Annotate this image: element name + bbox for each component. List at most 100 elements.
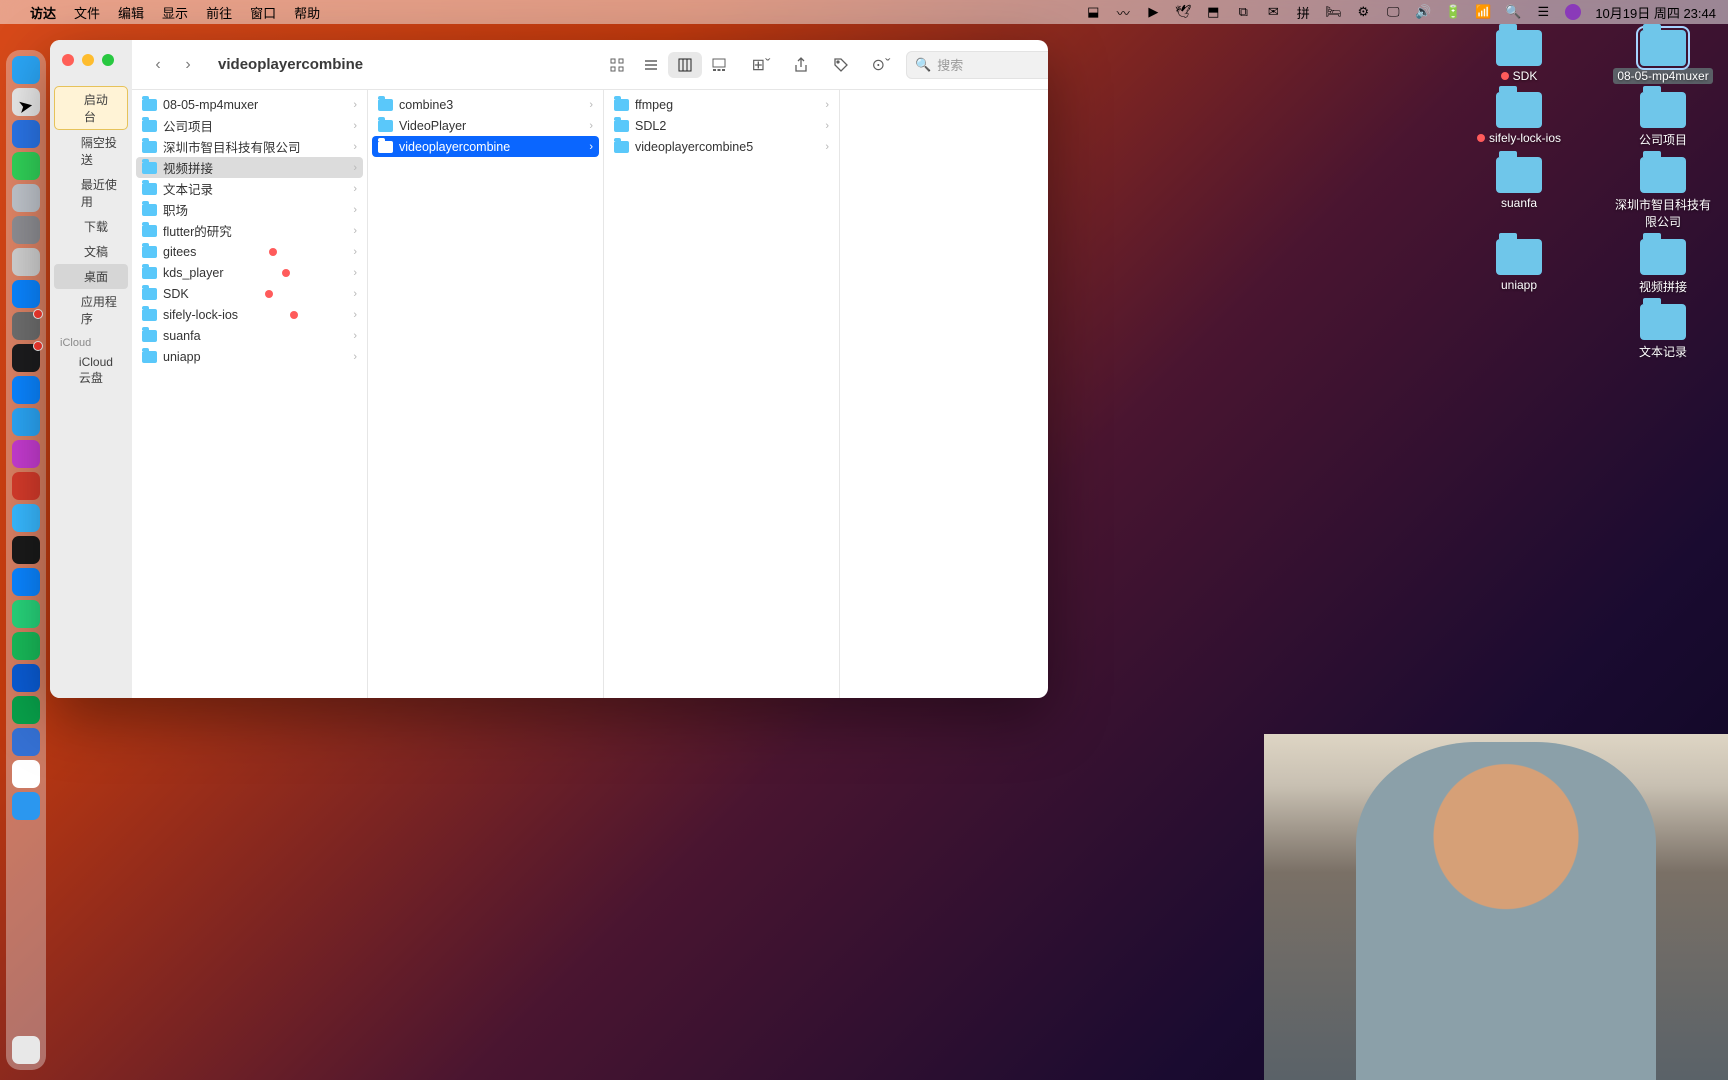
status-crop-icon[interactable]: ⧉ — [1235, 4, 1251, 20]
chevron-right-icon: › — [353, 204, 357, 216]
dock-app-9[interactable] — [12, 344, 40, 372]
dock-app-0[interactable] — [12, 56, 40, 84]
finder-row[interactable]: 公司项目› — [132, 115, 367, 136]
finder-row[interactable]: ffmpeg› — [604, 94, 839, 115]
menubar-datetime[interactable]: 10月19日 周四 23:44 — [1595, 3, 1716, 22]
finder-row[interactable]: sifely-lock-ios› — [132, 304, 367, 325]
finder-row[interactable]: kds_player› — [132, 262, 367, 283]
fullscreen-button[interactable] — [102, 54, 114, 66]
view-icon-button[interactable] — [600, 52, 634, 78]
finder-row[interactable]: videoplayercombine› — [372, 136, 599, 157]
dock-trash[interactable] — [12, 1036, 40, 1064]
status-icon[interactable]: 🛏 — [1325, 4, 1341, 20]
dock-app-20[interactable] — [12, 696, 40, 724]
status-icon[interactable]: ⬓ — [1085, 4, 1101, 20]
close-button[interactable] — [62, 54, 74, 66]
spotlight-icon[interactable]: 🔍 — [1505, 4, 1521, 20]
finder-row[interactable]: combine3› — [368, 94, 603, 115]
nav-back-button[interactable]: ‹ — [144, 51, 172, 79]
finder-row[interactable]: 职场› — [132, 199, 367, 220]
menu-window[interactable]: 窗口 — [250, 3, 276, 22]
menu-view[interactable]: 显示 — [162, 3, 188, 22]
finder-row[interactable]: videoplayercombine5› — [604, 136, 839, 157]
search-input[interactable]: 🔍 搜索 — [906, 51, 1048, 79]
finder-row[interactable]: gitees› — [132, 241, 367, 262]
dock-app-3[interactable] — [12, 152, 40, 180]
desktop-folder[interactable]: uniapp — [1464, 239, 1574, 296]
sidebar-item[interactable]: 桌面 — [54, 264, 128, 289]
dock-app-14[interactable] — [12, 504, 40, 532]
finder-row[interactable]: VideoPlayer› — [368, 115, 603, 136]
dock-app-4[interactable] — [12, 184, 40, 212]
dock-app-17[interactable] — [12, 600, 40, 628]
siri-icon[interactable] — [1565, 4, 1581, 20]
desktop-folder[interactable]: 公司项目 — [1608, 92, 1718, 149]
tags-button[interactable] — [826, 52, 856, 78]
wifi-icon[interactable]: 📶 — [1475, 4, 1491, 20]
finder-row[interactable]: suanfa› — [132, 325, 367, 346]
status-icon[interactable]: ⚙ — [1355, 4, 1371, 20]
status-icon[interactable]: ▶ — [1145, 4, 1161, 20]
dock-app-7[interactable] — [12, 280, 40, 308]
sidebar-item[interactable]: iCloud 云盘 — [54, 351, 128, 390]
status-icon[interactable]: 〰 — [1115, 4, 1131, 20]
desktop-folder[interactable]: 08-05-mp4muxer — [1608, 30, 1718, 84]
dock-app-10[interactable] — [12, 376, 40, 404]
battery-icon[interactable]: 🔋 — [1445, 4, 1461, 20]
sidebar-item[interactable]: 下载 — [54, 214, 128, 239]
menu-go[interactable]: 前往 — [206, 3, 232, 22]
status-icon[interactable]: 🕊 — [1175, 4, 1191, 20]
dock-app-11[interactable] — [12, 408, 40, 436]
finder-row[interactable]: 深圳市智目科技有限公司› — [132, 136, 367, 157]
finder-row[interactable]: 08-05-mp4muxer› — [132, 94, 367, 115]
sidebar-item[interactable]: 文稿 — [54, 239, 128, 264]
dock-app-2[interactable] — [12, 120, 40, 148]
nav-forward-button[interactable]: › — [174, 51, 202, 79]
desktop-folder[interactable]: sifely-lock-ios — [1464, 92, 1574, 149]
dock-app-21[interactable] — [12, 728, 40, 756]
dock-app-8[interactable] — [12, 312, 40, 340]
view-gallery-button[interactable] — [702, 52, 736, 78]
dock-app-12[interactable] — [12, 440, 40, 468]
menu-help[interactable]: 帮助 — [294, 3, 320, 22]
menu-file[interactable]: 文件 — [74, 3, 100, 22]
finder-row[interactable]: flutter的研究› — [132, 220, 367, 241]
control-center-icon[interactable]: ☰ — [1535, 4, 1551, 20]
dock-app-23[interactable] — [12, 792, 40, 820]
status-icon[interactable]: ⬒ — [1205, 4, 1221, 20]
finder-row[interactable]: 视频拼接› — [136, 157, 363, 178]
sidebar-item[interactable]: 应用程序 — [54, 289, 128, 331]
dock-app-22[interactable] — [12, 760, 40, 788]
desktop-folder[interactable]: 视频拼接 — [1608, 239, 1718, 296]
dock-app-5[interactable] — [12, 216, 40, 244]
minimize-button[interactable] — [82, 54, 94, 66]
dock-app-6[interactable] — [12, 248, 40, 276]
dock-app-15[interactable] — [12, 536, 40, 564]
wechat-icon[interactable]: ✉ — [1265, 4, 1281, 20]
finder-row[interactable]: SDK› — [132, 283, 367, 304]
desktop-folder[interactable]: SDK — [1464, 30, 1574, 84]
more-actions-button[interactable]: ⊙ˇ — [866, 52, 896, 78]
input-pinyin-icon[interactable]: 拼 — [1295, 4, 1311, 20]
share-button[interactable] — [786, 52, 816, 78]
volume-icon[interactable]: 🔊 — [1415, 4, 1431, 20]
finder-row[interactable]: 文本记录› — [132, 178, 367, 199]
display-icon[interactable]: 🖵 — [1385, 4, 1401, 20]
view-column-button[interactable] — [668, 52, 702, 78]
dock-app-16[interactable] — [12, 568, 40, 596]
view-list-button[interactable] — [634, 52, 668, 78]
desktop-folder[interactable]: 文本记录 — [1608, 304, 1718, 361]
dock-app-19[interactable] — [12, 664, 40, 692]
sidebar-item[interactable]: 最近使用 — [54, 172, 128, 214]
desktop-folder[interactable]: suanfa — [1464, 157, 1574, 231]
group-by-button[interactable]: ⊞ˇ — [746, 52, 776, 78]
dock-app-13[interactable] — [12, 472, 40, 500]
app-name[interactable]: 访达 — [30, 3, 56, 22]
dock-app-18[interactable] — [12, 632, 40, 660]
menu-edit[interactable]: 编辑 — [118, 3, 144, 22]
sidebar-item[interactable]: 隔空投送 — [54, 130, 128, 172]
sidebar-item[interactable]: 启动台 — [54, 86, 128, 130]
finder-row[interactable]: SDL2› — [604, 115, 839, 136]
desktop-folder[interactable]: 深圳市智目科技有限公司 — [1608, 157, 1718, 231]
finder-row[interactable]: uniapp› — [132, 346, 367, 367]
